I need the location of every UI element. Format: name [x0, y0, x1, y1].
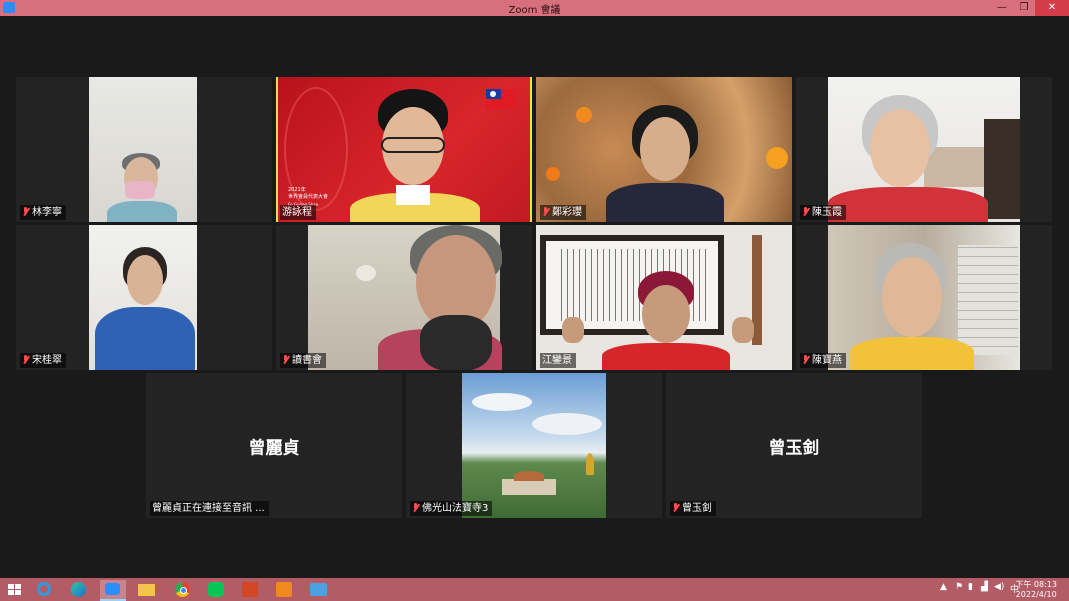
system-clock[interactable]: 下午 08:13 2022/4/10	[1015, 580, 1057, 600]
media-player-icon[interactable]	[272, 580, 298, 599]
file-explorer-icon[interactable]	[134, 580, 160, 599]
edge-icon[interactable]	[66, 580, 92, 599]
temple-building	[502, 479, 556, 495]
participant-video	[308, 225, 502, 370]
participant-name-tag: 曾玉釗	[670, 501, 716, 516]
windows-taskbar: ▲ ⚑ ▮ ▟ ◀) 中 下午 08:13 2022/4/10	[0, 578, 1069, 601]
show-hidden-icons-icon[interactable]: ▲	[940, 582, 947, 592]
participant-name-tag: 游詠程	[280, 205, 316, 220]
gallery-view: 林李寧 2021年 世界會員代表大會 Fo Guang Shan 游詠程	[0, 16, 1069, 578]
participant-display-name: 曾麗貞	[248, 438, 300, 458]
flag-icon	[486, 89, 516, 109]
chrome-icon[interactable]	[170, 580, 196, 599]
participant-name-tag: 江鑾景	[540, 353, 576, 368]
buddha-statue	[586, 453, 594, 475]
participant-video	[536, 77, 792, 222]
video-tile-8[interactable]: 陳寶燕	[796, 225, 1052, 370]
participant-video	[89, 77, 197, 222]
muted-mic-icon	[412, 503, 419, 512]
participant-display-name: 曾玉釗	[768, 438, 820, 458]
participant-name-tag: 宋桂翠	[20, 353, 66, 368]
participant-name-tag: 陳玉霞	[800, 205, 846, 220]
photos-icon[interactable]	[306, 580, 332, 599]
powerpoint-icon[interactable]	[238, 580, 264, 599]
line-app-icon[interactable]	[204, 580, 230, 599]
participant-status-tag: 曾麗貞正在連接至音訊 ...	[150, 501, 269, 516]
flag-tray-icon[interactable]: ⚑	[955, 582, 963, 592]
participant-video: 2021年 世界會員代表大會 Fo Guang Shan	[278, 77, 530, 222]
video-tile-2-active-speaker[interactable]: 2021年 世界會員代表大會 Fo Guang Shan 游詠程	[276, 77, 532, 222]
participant-name-tag: 陳寶燕	[800, 353, 846, 368]
video-tile-1[interactable]: 林李寧	[16, 77, 272, 222]
participant-video	[89, 225, 197, 370]
minimize-button[interactable]: —	[991, 0, 1013, 16]
battery-icon[interactable]: ▮	[968, 582, 973, 592]
video-tile-4[interactable]: 陳玉霞	[796, 77, 1052, 222]
zoom-taskbar-icon[interactable]	[100, 580, 126, 601]
muted-mic-icon	[282, 355, 289, 364]
title-bar: Zoom 會議 — ❐ ✕	[0, 0, 1069, 16]
participant-name-tag: 林李寧	[20, 205, 66, 220]
participant-video	[462, 373, 606, 518]
video-tile-5[interactable]: 宋桂翠	[16, 225, 272, 370]
internet-explorer-icon[interactable]	[32, 580, 58, 599]
muted-mic-icon	[542, 207, 549, 216]
window-title: Zoom 會議	[508, 5, 561, 16]
participant-name-tag: 讀書會	[280, 353, 326, 368]
video-tile-6[interactable]: 讀書會	[276, 225, 532, 370]
close-button[interactable]: ✕	[1035, 0, 1069, 16]
muted-mic-icon	[672, 503, 679, 512]
participant-name-tag: 佛光山法寶寺3	[410, 501, 493, 516]
muted-mic-icon	[802, 207, 809, 216]
video-tile-10[interactable]: 佛光山法寶寺3	[406, 373, 662, 518]
volume-icon[interactable]: ◀)	[994, 582, 1004, 592]
network-icon[interactable]: ▟	[981, 582, 988, 592]
participant-video	[536, 225, 792, 370]
video-tile-9-no-video[interactable]: 曾麗貞 曾麗貞正在連接至音訊 ...	[146, 373, 402, 518]
participant-video	[828, 77, 1020, 222]
participant-video	[828, 225, 1020, 370]
video-tile-11-no-video[interactable]: 曾玉釗 曾玉釗	[666, 373, 922, 518]
participant-name-tag: 鄭彩瓔	[540, 205, 586, 220]
muted-mic-icon	[802, 355, 809, 364]
maximize-button[interactable]: ❐	[1013, 0, 1035, 16]
windows-start-icon[interactable]	[2, 580, 28, 599]
video-tile-7[interactable]: 江鑾景	[536, 225, 792, 370]
video-tile-3[interactable]: 鄭彩瓔	[536, 77, 792, 222]
muted-mic-icon	[22, 355, 29, 364]
muted-mic-icon	[22, 207, 29, 216]
